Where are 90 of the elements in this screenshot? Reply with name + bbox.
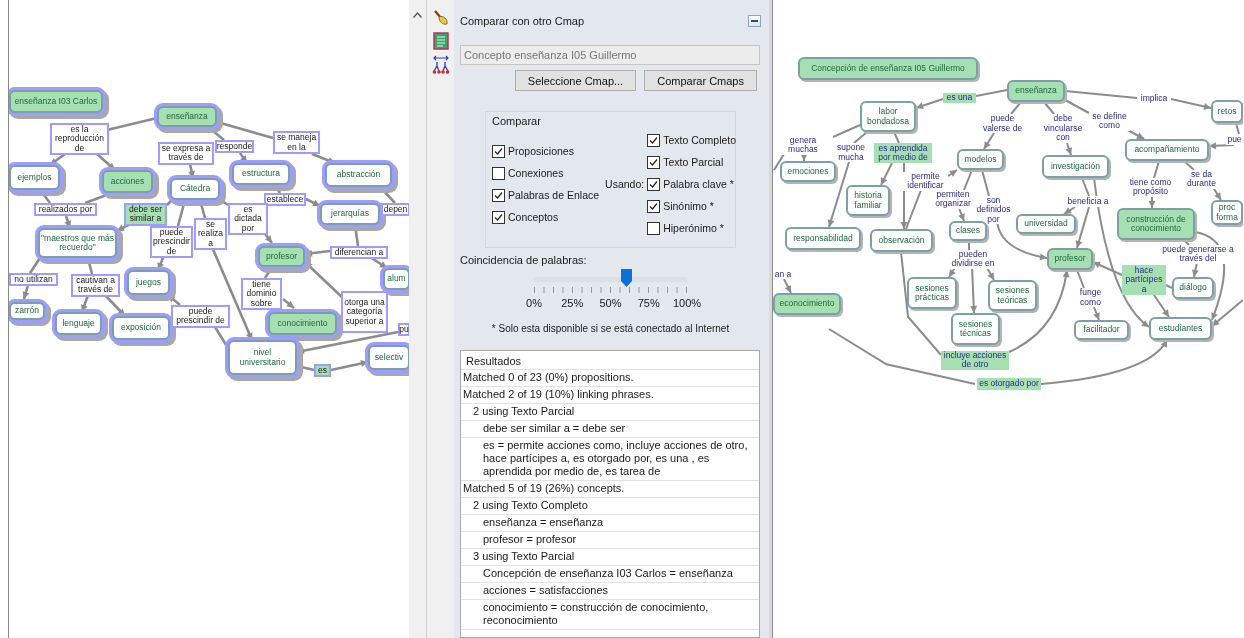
concept-node: facilitador bbox=[1074, 320, 1129, 340]
checkbox[interactable]: Palabras de Enlace bbox=[492, 187, 600, 203]
concept-node: proc forma bbox=[1211, 200, 1243, 225]
result-row: Matched 5 of 19 (26%) concepts. bbox=[461, 481, 759, 498]
checkbox[interactable]: Texto Completo bbox=[647, 132, 737, 148]
linking-phrase: otorga una categoría superior a bbox=[341, 291, 388, 333]
linking-phrase: hace partícipes a bbox=[1122, 265, 1166, 295]
linking-phrase: se expresa a través de bbox=[158, 142, 214, 165]
result-row: Concepción de enseñanza I03 Carlos = enseñanza bbox=[461, 566, 759, 583]
result-row: es = permite acciones como, incluye acciones de otro, hace partícipes a, es otorgado por, es una , es aprendida por medio de, es tarea de bbox=[461, 438, 759, 481]
concept-node: acompañamiento bbox=[1125, 139, 1209, 161]
concept-node: profesor bbox=[1047, 248, 1093, 270]
linking-phrase: supone mucha bbox=[835, 143, 867, 162]
concept-node: sesiones técnicas bbox=[951, 313, 1000, 345]
panel-title: Comparar con otro Cmap bbox=[460, 15, 585, 27]
linking-phrase: se maneja en la bbox=[273, 131, 320, 154]
linking-phrase: es una bbox=[943, 93, 976, 103]
results-title: Resultados bbox=[461, 351, 759, 370]
slider-label: Coincidencia de palabras: bbox=[460, 254, 588, 266]
concept-node: diálogo bbox=[1172, 277, 1214, 299]
tick-label: 50% bbox=[598, 297, 623, 309]
tick-label: 75% bbox=[636, 297, 661, 309]
checkbox[interactable]: Texto Parcial bbox=[647, 154, 724, 170]
result-row: conocimiento = construcción de conocimiento, reconocimiento bbox=[461, 600, 759, 630]
result-row: 2 using Texto Completo bbox=[461, 498, 759, 515]
concept-node: clases bbox=[949, 221, 987, 241]
concept-node: responsabilidad bbox=[785, 227, 861, 250]
linking-phrase: responde bbox=[215, 140, 254, 154]
linking-phrase: debe ser similar a bbox=[124, 203, 167, 226]
linking-phrase: permiten organizar bbox=[932, 190, 974, 209]
result-row: acciones = satisfacciones bbox=[461, 583, 759, 600]
linking-phrase: realizados por bbox=[34, 203, 97, 217]
linking-phrase: incluye acciones de otro bbox=[941, 351, 1009, 370]
linking-phrase: puede generarse a través del bbox=[1161, 245, 1235, 264]
concept-node: sesiones teóricas bbox=[988, 280, 1037, 311]
checkbox[interactable]: Sinónimo * bbox=[647, 198, 714, 214]
concept-node: sesiones prácticas bbox=[907, 277, 957, 309]
compare-cmaps-button[interactable]: Comparar Cmaps bbox=[644, 70, 757, 91]
result-row: 3 using Texto Parcial bbox=[461, 549, 759, 566]
linking-phrase: puede prescindir de bbox=[150, 226, 193, 259]
concept-node: observación bbox=[870, 229, 933, 252]
concept-node: enseñanza bbox=[1007, 80, 1065, 102]
result-row: Matched 2 of 19 (10%) linking phrases. bbox=[461, 387, 759, 404]
concept-node: investigación bbox=[1042, 155, 1109, 178]
checkbox[interactable]: Proposiciones bbox=[492, 143, 574, 159]
group-legend: Comparar bbox=[492, 115, 729, 127]
concept-node: universidad bbox=[1016, 214, 1076, 234]
linking-phrase: an a bbox=[773, 270, 793, 280]
checkbox[interactable]: Conceptos bbox=[492, 209, 559, 225]
linking-phrase: es bbox=[314, 364, 331, 378]
concept-node: retos bbox=[1211, 100, 1243, 123]
concept-node: historia familiar bbox=[846, 185, 890, 216]
linking-phrase: es aprendida por medio de bbox=[874, 143, 932, 163]
using-label: Usando: bbox=[605, 178, 645, 190]
internet-note: * Solo esta disponible si se está conectado al Internet bbox=[490, 323, 731, 334]
checkbox[interactable]: Hiperónimo * bbox=[647, 220, 724, 236]
checkbox[interactable]: Conexiones bbox=[492, 165, 564, 181]
linking-phrase: puede valerse de bbox=[980, 114, 1025, 133]
linking-phrase: se define como bbox=[1089, 112, 1130, 131]
result-row: 2 using Texto Parcial bbox=[461, 404, 759, 421]
linking-phrase: puede prescindir de bbox=[171, 305, 230, 328]
tick-label: 0% bbox=[525, 297, 543, 309]
concept-node: Concepción de enseñanza I05 Guillermo bbox=[798, 57, 978, 80]
concept-node: modelos bbox=[957, 149, 1004, 170]
linking-phrase: son definidos por bbox=[975, 196, 1012, 225]
linking-phrase: pue bbox=[1226, 134, 1243, 145]
concept-node: estudiantes bbox=[1149, 317, 1212, 340]
select-cmap-button[interactable]: Seleccione Cmap... bbox=[514, 70, 637, 91]
checkbox[interactable]: Palabra clave * bbox=[647, 176, 734, 192]
linking-phrase: cautivan a través de bbox=[71, 274, 120, 297]
concept-node: construcción de conocimiento bbox=[1117, 208, 1195, 240]
concept-node: emociones bbox=[780, 161, 836, 182]
result-row: Matched 0 of 23 (0%) propositions. bbox=[461, 370, 759, 387]
linking-phrase: tiene dominio sobre bbox=[241, 278, 282, 311]
linking-phrase: depen bbox=[381, 203, 409, 217]
linking-phrase: diferencian a bbox=[330, 246, 388, 260]
result-row: enseñanza = enseñanza bbox=[461, 515, 759, 532]
linking-phrase: es otorgado por bbox=[977, 378, 1041, 390]
tick-label: 100% bbox=[672, 297, 702, 309]
linking-phrase: no utilizan bbox=[9, 273, 58, 287]
concept-node: labor bondadosa bbox=[860, 101, 916, 132]
linking-phrase: es dictada por bbox=[228, 203, 268, 236]
linking-phrase: es la reproducción de bbox=[50, 123, 109, 156]
result-row: profesor = profesor bbox=[461, 532, 759, 549]
result-row: debe ser similar a = debe ser bbox=[461, 421, 759, 438]
linking-phrase: se realiza a bbox=[194, 218, 227, 251]
concept-node: econocimiento bbox=[773, 293, 841, 315]
linking-phrase: establece bbox=[264, 193, 306, 207]
tick-label: 25% bbox=[560, 297, 585, 309]
linking-phrase: implica bbox=[1137, 94, 1171, 104]
